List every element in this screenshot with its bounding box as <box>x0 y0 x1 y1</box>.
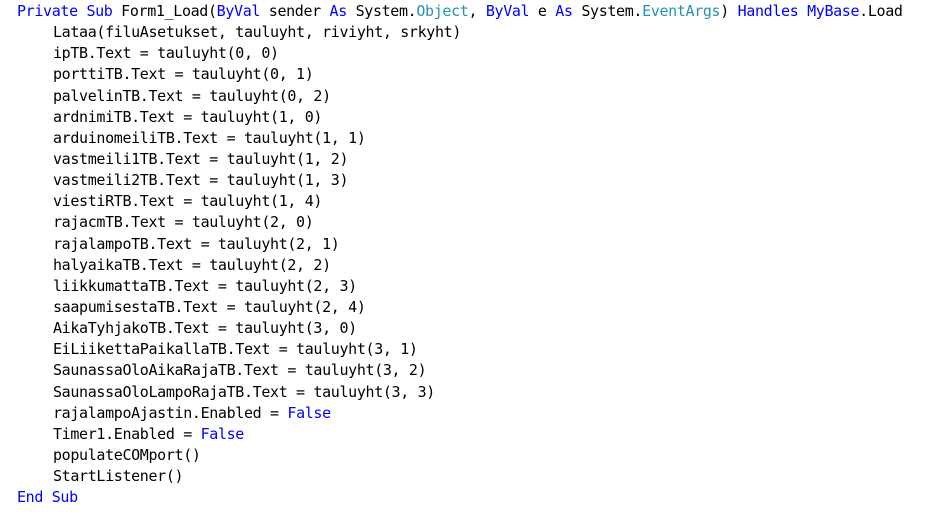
code-line[interactable]: SaunassaOloAikaRajaTB.Text = tauluyht(3,… <box>0 360 951 381</box>
code-token: viestiRTB.Text = tauluyht(1, 4) <box>53 192 323 211</box>
code-line[interactable]: Private Sub Form1_Load(ByVal sender As S… <box>0 1 951 22</box>
code-editor[interactable]: Private Sub Form1_Load(ByVal sender As S… <box>0 0 951 517</box>
keyword-token: As <box>329 2 348 20</box>
code-token: arduinomeiliTB.Text = tauluyht(1, 1) <box>53 128 366 147</box>
code-line[interactable]: Timer1.Enabled = False <box>0 424 951 445</box>
code-token: SaunassaOloLampoRajaTB.Text = tauluyht(3… <box>53 382 435 401</box>
code-line[interactable]: rajalampoAjastin.Enabled = False <box>0 403 951 424</box>
code-token: EiLiikettaPaikallaTB.Text = tauluyht(3, … <box>53 340 418 359</box>
keyword-token: ByVal <box>216 2 261 20</box>
code-line[interactable]: EiLiikettaPaikallaTB.Text = tauluyht(3, … <box>0 339 951 360</box>
code-token: populateCOMport() <box>53 445 201 464</box>
code-token: palvelinTB.Text = tauluyht(0, 2) <box>53 86 331 105</box>
code-line[interactable]: ipTB.Text = tauluyht(0, 0) <box>0 43 951 64</box>
code-token: Form1_Load( <box>112 2 217 20</box>
code-token: ) <box>720 2 738 20</box>
code-token: Timer1.Enabled = <box>53 424 201 443</box>
code-token: e <box>529 2 556 20</box>
code-line[interactable]: populateCOMport() <box>0 445 951 466</box>
code-line[interactable]: rajacmTB.Text = tauluyht(2, 0) <box>0 212 951 233</box>
code-line[interactable]: viestiRTB.Text = tauluyht(1, 4) <box>0 191 951 212</box>
keyword-token: Private Sub <box>17 2 113 20</box>
code-token: StartListener() <box>53 467 184 486</box>
code-token: System. <box>572 2 643 20</box>
code-token: , <box>468 2 486 20</box>
code-token: rajacmTB.Text = tauluyht(2, 0) <box>53 213 314 232</box>
code-line[interactable]: saapumisestaTB.Text = tauluyht(2, 4) <box>0 297 951 318</box>
code-token: Lataa(filuAsetukset, tauluyht, riviyht, … <box>53 23 461 42</box>
code-token: SaunassaOloAikaRajaTB.Text = tauluyht(3,… <box>53 361 427 380</box>
code-token: .Load <box>859 2 903 20</box>
type-token: EventArgs <box>642 2 721 20</box>
code-line[interactable]: halyaikaTB.Text = tauluyht(2, 2) <box>0 255 951 276</box>
keyword-token: As <box>555 2 573 20</box>
code-token: System. <box>346 2 417 20</box>
code-token: rajalampoTB.Text = tauluyht(2, 1) <box>53 234 340 253</box>
code-token: ipTB.Text = tauluyht(0, 0) <box>53 44 279 63</box>
code-line[interactable]: ardnimiTB.Text = tauluyht(1, 0) <box>0 107 951 128</box>
code-line[interactable]: vastmeili2TB.Text = tauluyht(1, 3) <box>0 170 951 191</box>
code-line[interactable]: End Sub <box>0 487 951 508</box>
code-line[interactable]: StartListener() <box>0 466 951 487</box>
keyword-token: False <box>287 403 331 422</box>
code-line[interactable]: Lataa(filuAsetukset, tauluyht, riviyht, … <box>0 22 951 43</box>
code-token: saapumisestaTB.Text = tauluyht(2, 4) <box>53 297 366 316</box>
code-line[interactable]: vastmeili1TB.Text = tauluyht(1, 2) <box>0 149 951 170</box>
code-line[interactable]: palvelinTB.Text = tauluyht(0, 2) <box>0 86 951 107</box>
keyword-token: False <box>200 424 245 443</box>
code-token: vastmeili2TB.Text = tauluyht(1, 3) <box>53 171 349 190</box>
code-line[interactable]: liikkumattaTB.Text = tauluyht(2, 3) <box>0 276 951 297</box>
code-token: porttiTB.Text = tauluyht(0, 1) <box>53 65 314 84</box>
keyword-token: ByVal <box>485 2 530 20</box>
keyword-token: End Sub <box>17 488 78 507</box>
keyword-token: MyBase <box>807 2 860 20</box>
code-token: rajalampoAjastin.Enabled = <box>53 403 288 422</box>
code-token: sender <box>260 2 330 20</box>
code-line[interactable]: AikaTyhjakoTB.Text = tauluyht(3, 0) <box>0 318 951 339</box>
code-token: liikkumattaTB.Text = tauluyht(2, 3) <box>53 276 357 295</box>
code-line[interactable]: porttiTB.Text = tauluyht(0, 1) <box>0 64 951 85</box>
keyword-token: Handles <box>737 2 799 20</box>
code-body: Private Sub Form1_Load(ByVal sender As S… <box>0 1 951 508</box>
code-token: ardnimiTB.Text = tauluyht(1, 0) <box>53 107 323 126</box>
code-token: vastmeili1TB.Text = tauluyht(1, 2) <box>53 149 349 168</box>
code-token: AikaTyhjakoTB.Text = tauluyht(3, 0) <box>53 319 357 338</box>
type-token: Object <box>416 2 469 20</box>
code-line[interactable]: arduinomeiliTB.Text = tauluyht(1, 1) <box>0 128 951 149</box>
code-line[interactable]: rajalampoTB.Text = tauluyht(2, 1) <box>0 234 951 255</box>
code-token: halyaikaTB.Text = tauluyht(2, 2) <box>53 255 331 274</box>
code-line[interactable]: SaunassaOloLampoRajaTB.Text = tauluyht(3… <box>0 382 951 403</box>
